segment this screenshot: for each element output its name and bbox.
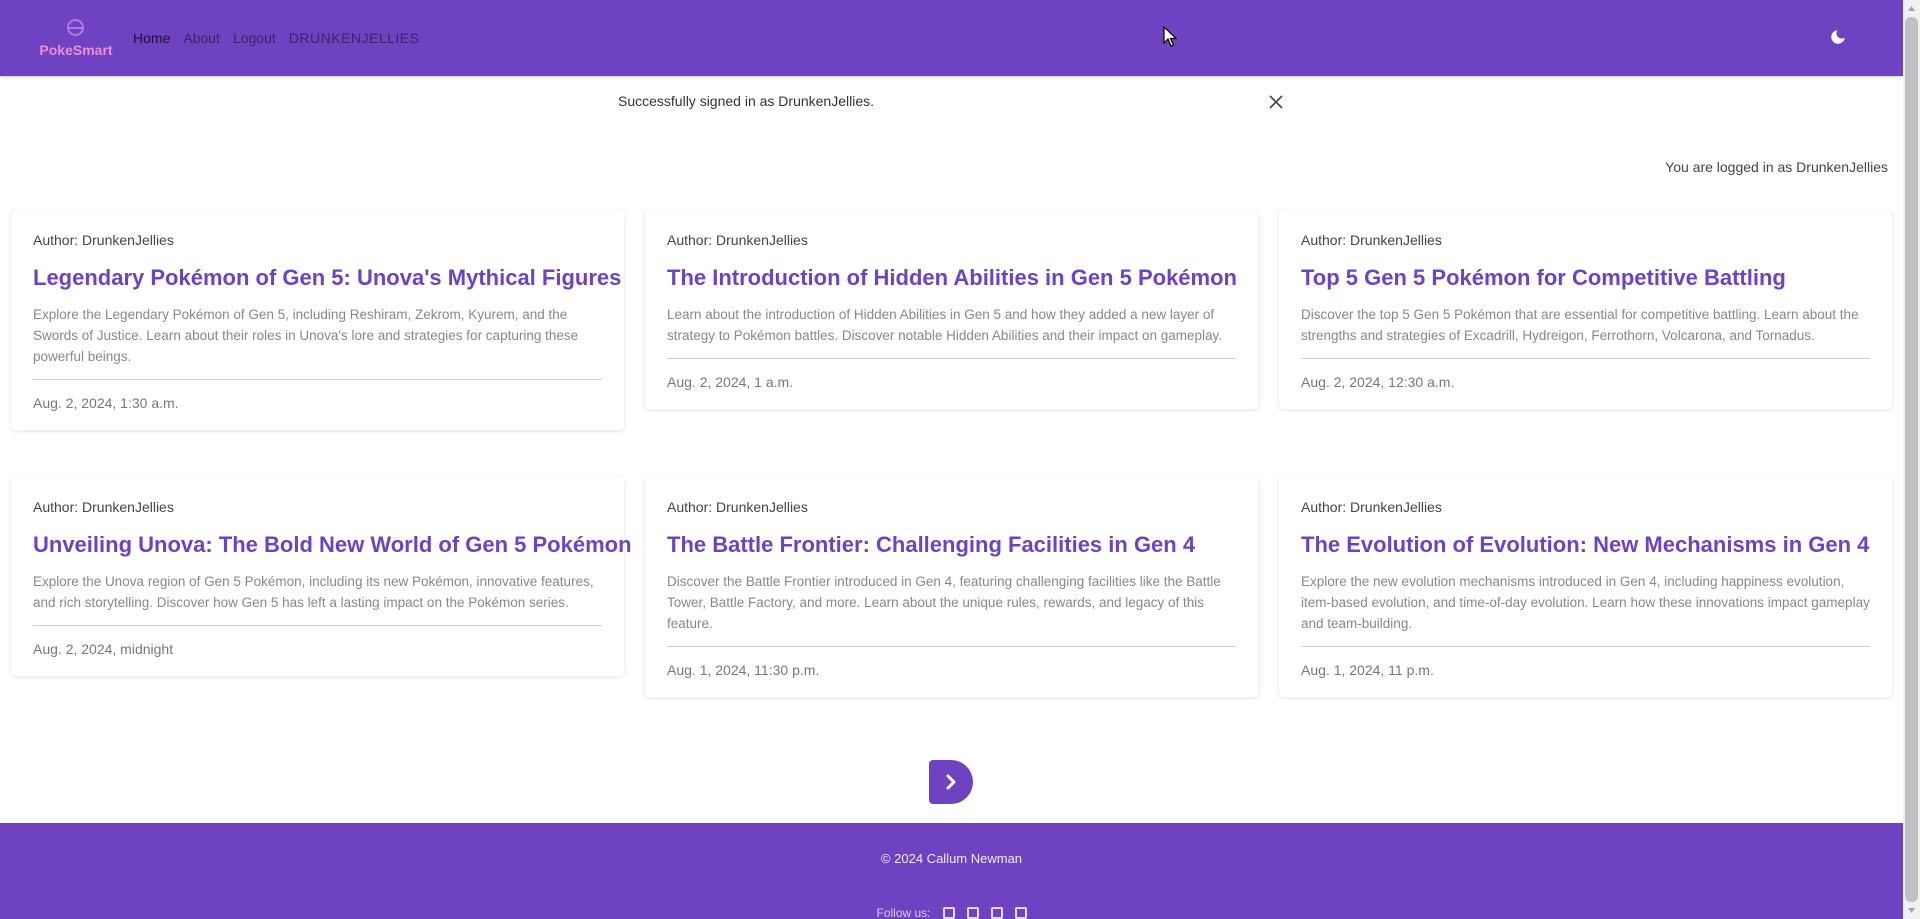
post-description: Discover the top 5 Gen 5 Pokémon that ar… xyxy=(1301,307,1859,343)
post-author: Author: DrunkenJellies xyxy=(667,499,808,515)
success-alert: Successfully signed in as DrunkenJellies… xyxy=(0,76,1903,128)
post-title-link[interactable]: Top 5 Gen 5 Pokémon for Competitive Batt… xyxy=(1301,264,1870,292)
follow-label: Follow us: xyxy=(876,906,931,919)
post-card[interactable]: Author: DrunkenJellies The Battle Fronti… xyxy=(645,477,1258,697)
chevron-right-icon xyxy=(946,774,956,790)
alert-message: Successfully signed in as DrunkenJellies… xyxy=(618,93,875,109)
page: PokeSmart Home About Logout DRUNKENJELLI… xyxy=(0,0,1903,919)
nav-links: Home About Logout DRUNKENJELLIES xyxy=(133,30,419,46)
post-author: Author: DrunkenJellies xyxy=(33,232,174,248)
post-title-link[interactable]: Legendary Pokémon of Gen 5: Unova's Myth… xyxy=(33,264,621,292)
post-title-link[interactable]: The Evolution of Evolution: New Mechanis… xyxy=(1301,531,1870,559)
post-description: Explore the new evolution mechanisms int… xyxy=(1301,574,1870,631)
post-card[interactable]: Author: DrunkenJellies Top 5 Gen 5 Pokém… xyxy=(1279,210,1892,409)
instagram-icon[interactable] xyxy=(990,907,1003,919)
post-description: Explore the Legendary Pokémon of Gen 5, … xyxy=(33,307,579,364)
linkedin-icon[interactable] xyxy=(1014,907,1027,919)
logged-in-status: You are logged in as DrunkenJellies xyxy=(1665,159,1888,175)
footer-copyright: © 2024 Callum Newman xyxy=(880,851,1023,866)
footer-social: Follow us: xyxy=(0,906,1903,919)
post-date: Aug. 2, 2024, 1:30 a.m. xyxy=(33,395,179,411)
post-date: Aug. 2, 2024, 1 a.m. xyxy=(667,374,794,390)
nav-link-about[interactable]: About xyxy=(183,30,220,46)
post-description: Learn about the introduction of Hidden A… xyxy=(667,307,1223,343)
vertical-scrollbar[interactable] xyxy=(1903,0,1920,919)
post-card[interactable]: Author: DrunkenJellies Unveiling Unova: … xyxy=(11,477,632,676)
post-author: Author: DrunkenJellies xyxy=(1301,232,1442,248)
post-description: Explore the Unova region of Gen 5 Pokémo… xyxy=(33,574,594,610)
scroll-down-icon[interactable] xyxy=(1903,902,1920,919)
close-icon[interactable] xyxy=(1268,94,1288,114)
moon-icon[interactable] xyxy=(1828,28,1848,48)
post-date: Aug. 1, 2024, 11:30 p.m. xyxy=(667,662,820,678)
scrollbar-thumb[interactable] xyxy=(1905,17,1918,902)
nav-link-home[interactable]: Home xyxy=(133,30,170,46)
brand-name: PokeSmart xyxy=(39,42,113,58)
next-page-button[interactable] xyxy=(929,760,973,804)
post-author: Author: DrunkenJellies xyxy=(1301,499,1442,515)
post-author: Author: DrunkenJellies xyxy=(667,232,808,248)
post-description: Discover the Battle Frontier introduced … xyxy=(667,574,1221,631)
post-card[interactable]: Author: DrunkenJellies The Introduction … xyxy=(645,210,1258,409)
nav-link-logout[interactable]: Logout xyxy=(233,30,276,46)
post-title-link[interactable]: Unveiling Unova: The Bold New World of G… xyxy=(33,531,632,559)
facebook-icon[interactable] xyxy=(942,907,955,919)
nav-link-user-profile[interactable]: DRUNKENJELLIES xyxy=(289,30,420,46)
post-date: Aug. 2, 2024, 12:30 a.m. xyxy=(1301,374,1455,390)
navbar: PokeSmart Home About Logout DRUNKENJELLI… xyxy=(0,0,1903,76)
scroll-up-icon[interactable] xyxy=(1903,0,1920,17)
post-author: Author: DrunkenJellies xyxy=(33,499,174,515)
brand-logo[interactable]: PokeSmart xyxy=(39,18,113,58)
post-card[interactable]: Author: DrunkenJellies Legendary Pokémon… xyxy=(11,210,624,430)
mouse-cursor-icon xyxy=(1163,26,1177,47)
pokeball-icon xyxy=(67,19,84,36)
post-title-link[interactable]: The Introduction of Hidden Abilities in … xyxy=(667,264,1237,292)
post-card[interactable]: Author: DrunkenJellies The Evolution of … xyxy=(1279,477,1892,697)
post-title-link[interactable]: The Battle Frontier: Challenging Facilit… xyxy=(667,531,1236,559)
post-date: Aug. 1, 2024, 11 p.m. xyxy=(1301,662,1434,678)
twitter-icon[interactable] xyxy=(966,907,979,919)
footer: © 2024 Callum Newman Follow us: xyxy=(0,823,1903,919)
post-date: Aug. 2, 2024, midnight xyxy=(33,641,174,657)
